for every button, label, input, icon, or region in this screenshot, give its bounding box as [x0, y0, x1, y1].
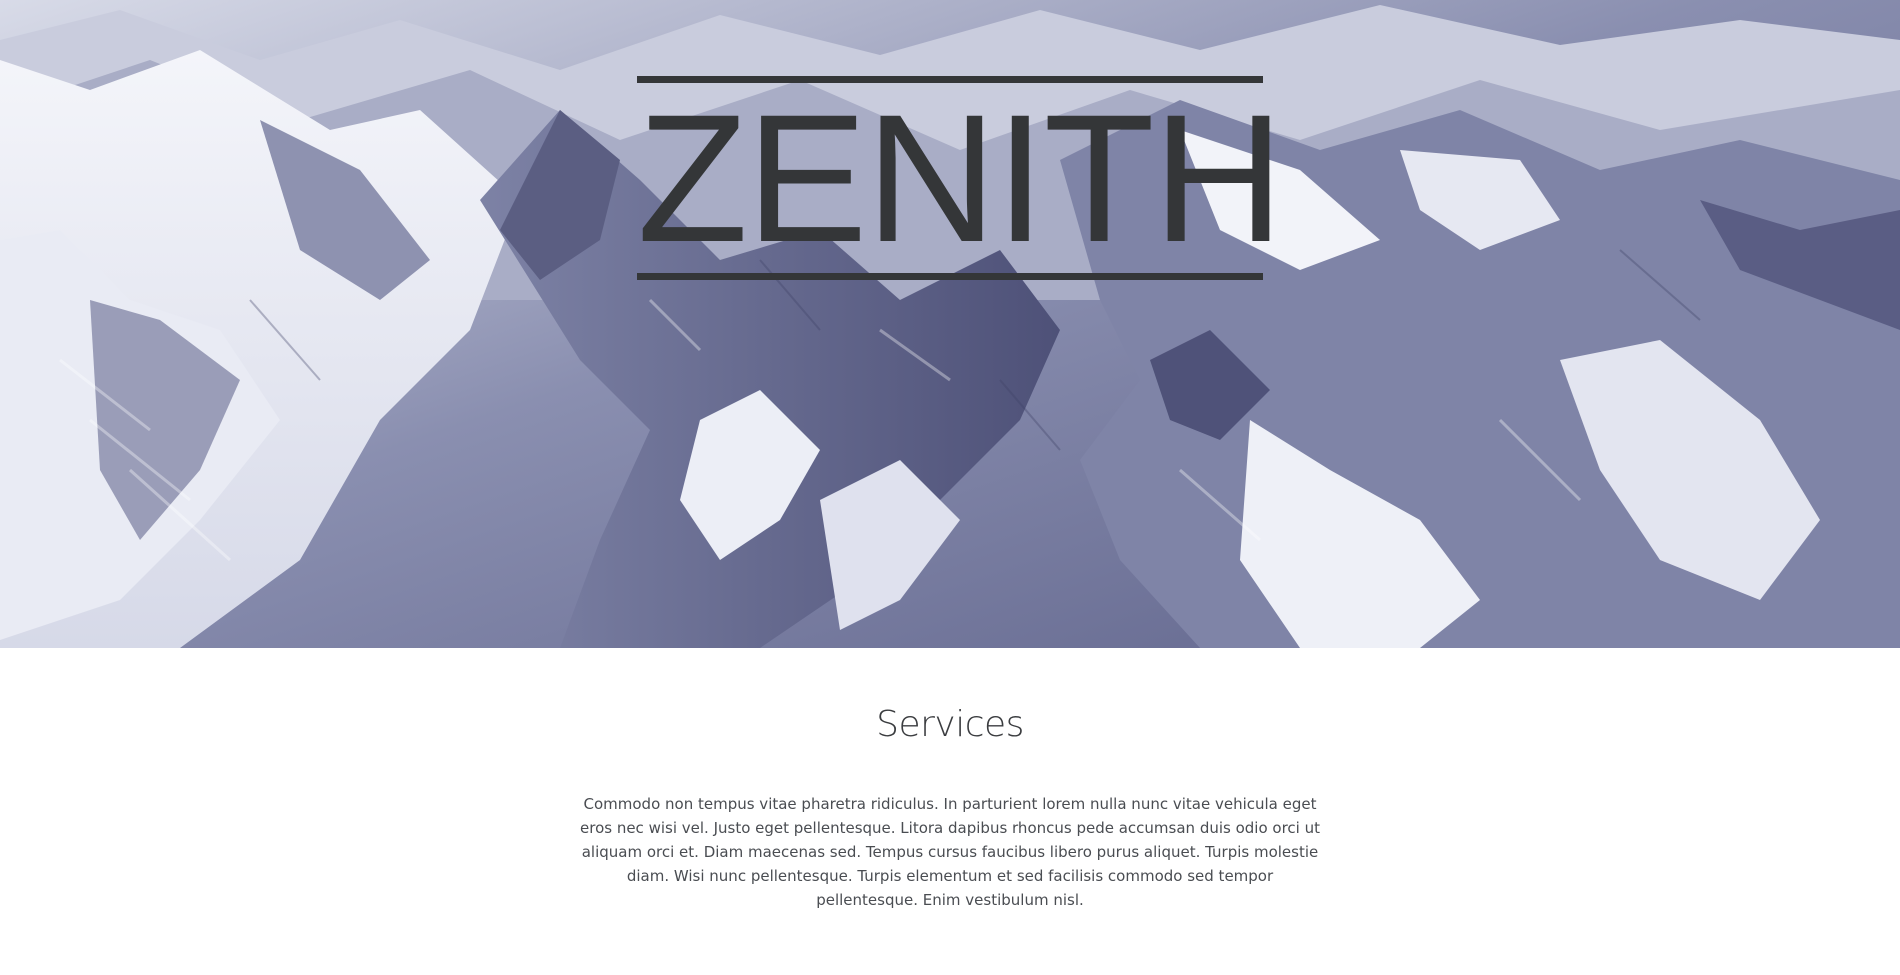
brand-logo[interactable]: ZENITH: [637, 76, 1284, 282]
brand-wordmark: ZENITH: [637, 76, 1284, 280]
logo-bottom-rule: [637, 273, 1263, 280]
services-description: Commodo non tempus vitae pharetra ridicu…: [580, 795, 1320, 909]
services-heading: Services: [876, 704, 1024, 745]
services-section: Services Commodo non tempus vitae pharet…: [0, 648, 1900, 975]
hero-section: ZENITH: [0, 0, 1900, 648]
